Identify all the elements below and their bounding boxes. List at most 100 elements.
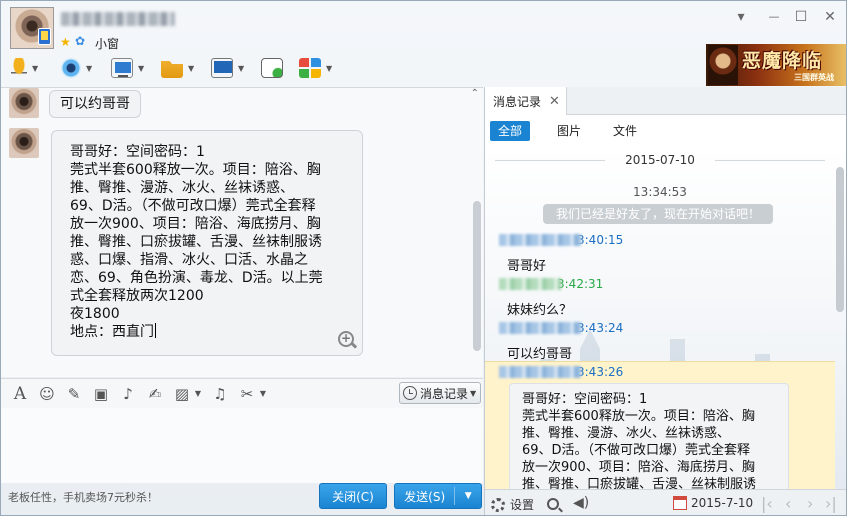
system-message: 我们已经是好友了，现在开始对话吧！ [543,204,773,224]
filter-all[interactable]: 全部 [490,121,531,141]
music-icon[interactable]: ♫ [211,385,229,403]
history-scrollbar[interactable] [836,155,844,485]
minimize-icon[interactable]: — [765,9,783,25]
first-page-icon[interactable]: |‹ [761,494,773,513]
scrollbar-thumb[interactable] [473,201,481,351]
voice-call-button[interactable]: ▼ [11,56,38,80]
message-line: 莞式半套600释放一次。项目：陪浴、胸 [522,409,755,424]
message-line: 哥哥好：空间密码：1 [70,144,205,160]
sender-name-redacted [499,322,581,334]
star-icon[interactable]: ★ [60,36,71,48]
history-footer-date: 2015-7-10 [691,496,754,510]
chevron-down-icon[interactable]: ▼ [188,64,194,73]
magic-wand-icon[interactable]: ✎ [65,385,83,403]
chevron-down-icon[interactable]: ▼ [32,64,38,73]
speaker-icon: ◀) [573,495,590,511]
search-icon [547,498,559,510]
game-ad-banner[interactable]: 恶魔降临 三国群英战 [706,44,846,86]
chevron-down-icon: ▼ [470,388,477,398]
chevron-down-icon[interactable]: ▼ [326,64,332,73]
voice-message-icon[interactable]: ♪ [119,385,137,403]
message-scrollbar[interactable] [473,106,481,362]
sound-button[interactable]: ◀) [573,496,589,510]
history-message-header: 3:42:31 [499,277,603,291]
scrollbar-thumb[interactable] [836,167,844,312]
history-filter-bar: 全部 图片 文件 [485,117,846,145]
ad-hero-image [708,45,738,85]
zoom-in-icon[interactable] [338,329,354,347]
apps-button[interactable]: ▼ [299,56,332,80]
history-pane: 消息记录 ✕ 全部 图片 文件 2015-07-10 13:34:53 我们已经… [484,87,846,515]
date-picker-button[interactable]: 2015-7-10 [673,496,753,510]
search-history-button[interactable] [547,498,559,510]
share-screen-button[interactable]: ▼ [211,56,244,80]
font-icon[interactable]: A [11,385,29,403]
filter-files[interactable]: 文件 [605,121,645,141]
message-history-button[interactable]: 消息记录 ▼ [399,382,481,404]
send-file-button[interactable]: ▼ [161,56,194,80]
history-tabbar: 消息记录 ✕ [485,87,846,115]
history-message-text: 可以约哥哥 [507,347,573,362]
sender-avatar[interactable] [9,88,39,118]
settings-button[interactable]: 设置 [491,496,534,513]
close-button-label: 关闭(C) [332,489,374,504]
message-line: 推、臀推、口瘀拔罐、舌漫、丝袜制服诱 [522,477,757,489]
chevron-down-icon[interactable]: ▼ [254,385,272,403]
history-message-list[interactable]: 2015-07-10 13:34:53 我们已经是好友了，现在开始对话吧！ 3:… [485,147,846,489]
send-button[interactable]: 发送(S) ▼ [394,483,482,509]
emoji-icon[interactable]: ☺ [38,385,56,403]
message-line: 推、臀推、漫游、冰火、丝袜诱惑、 [522,426,731,441]
send-button-label: 发送(S) [404,489,446,504]
apps-grid-icon [299,58,321,78]
video-call-button[interactable]: ▼ [61,56,92,80]
sender-name-redacted [499,278,561,290]
collapse-up-icon[interactable]: ⌃ [471,88,479,99]
message-history-label: 消息记录 [420,386,469,401]
send-options-chevron-icon[interactable]: ▼ [455,491,481,501]
message-line: 放一次900、项目：陪浴、海底捞月、胸 [70,216,321,232]
contact-name-redacted [61,12,175,26]
create-discussion-button[interactable] [261,56,283,80]
tab-message-history[interactable]: 消息记录 ✕ [485,87,567,115]
chevron-down-icon[interactable]: ▼ [86,64,92,73]
folder-transfer-icon [161,61,183,78]
close-icon[interactable]: ✕ [821,9,839,25]
footer-ad-link[interactable]: 老板任性，手机卖场7元秒杀！ [8,489,158,505]
phone-online-icon [38,28,51,45]
message-line: 69、D活。（不做可改口爆）莞式全套释 [70,198,316,214]
ad-subtitle: 三国群英战 [794,73,834,82]
chevron-down-icon[interactable]: ▼ [138,64,144,73]
close-tab-icon[interactable]: ✕ [549,94,560,109]
history-message-header: 3:40:15 [499,233,623,247]
chevron-down-icon[interactable]: ▼ [189,385,207,403]
input-toolbar: A ☺ ✎ ▣ ♪ ✍ ▨ ▼ ♫ ✂ ▼ 消息记录 ▼ [1,378,483,408]
remote-desktop-button[interactable]: ▼ [111,56,144,80]
message-line: 哥哥好：空间密码：1 [522,392,648,407]
history-message-header: 3:43:26 [499,365,623,379]
last-page-icon[interactable]: ›| [825,494,837,513]
message-line: 式全套释放两次1200 [70,288,204,304]
message-time: 3:43:24 [577,321,624,335]
chevron-down-icon[interactable]: ▼ [238,64,244,73]
maximize-icon[interactable]: ☐ [792,9,810,25]
message-text: 可以约哥哥 [60,96,130,112]
window-dropdown-icon[interactable]: ▾ [732,9,750,25]
sender-avatar[interactable] [9,128,39,158]
next-page-icon[interactable]: › [807,494,813,513]
screen-share-icon [211,58,233,78]
message-line: 夜1800 [70,306,120,322]
history-message-text: 妹妹约么？ [507,303,573,318]
message-area[interactable]: ⌃ 可以约哥哥 哥哥好：空间密码：1 莞式半套600释放一次。项目：陪浴、胸 推… [1,87,483,377]
previous-page-icon[interactable]: ‹ [785,494,791,513]
qzone-icon[interactable]: ✿ [75,35,85,47]
sender-name-redacted [499,366,581,378]
message-input[interactable] [1,408,483,483]
settings-label: 设置 [510,498,535,512]
doodle-icon[interactable]: ✍ [146,385,164,403]
filter-images[interactable]: 图片 [549,121,589,141]
message-line: 惑、口爆、指滑、冰火、口活、水晶之 [70,252,308,268]
shake-icon[interactable]: ▣ [92,385,110,403]
close-button[interactable]: 关闭(C) [319,483,387,509]
message-line-text: 地点：西直门 [70,324,154,340]
microphone-icon [11,58,27,78]
